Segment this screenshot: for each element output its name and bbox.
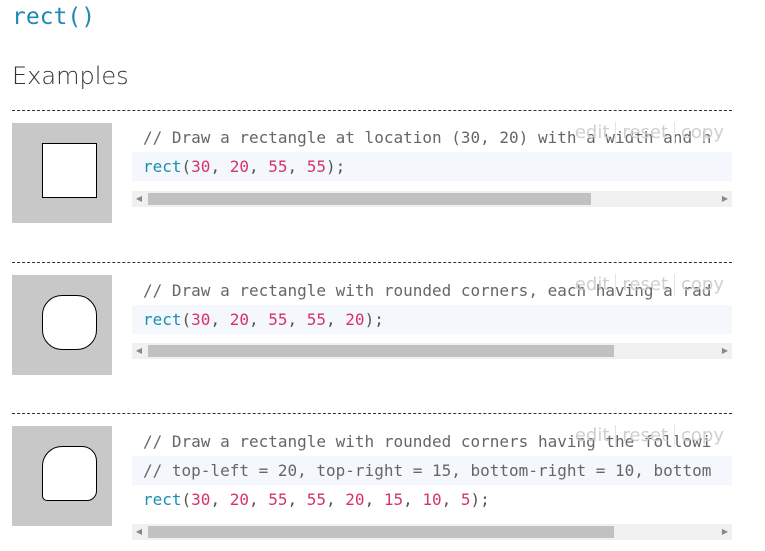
code-punctuation: ); bbox=[470, 490, 490, 509]
horizontal-scrollbar[interactable]: ◀ ▶ bbox=[132, 343, 732, 359]
code-number: 30 bbox=[191, 157, 211, 176]
scroll-right-arrow-icon[interactable]: ▶ bbox=[718, 343, 732, 359]
code-number: 20 bbox=[229, 310, 249, 329]
code-punctuation: , bbox=[248, 157, 269, 176]
code-line: rect(30, 20, 55, 55); bbox=[132, 152, 732, 181]
code-number: 55 bbox=[306, 490, 327, 509]
rounded-rect-shape bbox=[42, 446, 97, 501]
code-number: 30 bbox=[191, 490, 211, 509]
code-number: 10 bbox=[422, 490, 442, 509]
edit-button[interactable]: edit bbox=[569, 425, 617, 447]
scrollbar-thumb[interactable] bbox=[148, 345, 614, 357]
code-punctuation: ( bbox=[181, 157, 192, 176]
code-punctuation: ); bbox=[364, 310, 384, 329]
code-punctuation: , bbox=[403, 490, 423, 509]
example-canvas bbox=[12, 426, 112, 526]
code-punctuation: , bbox=[326, 310, 346, 329]
code-number: 5 bbox=[460, 490, 471, 509]
code-punctuation: ); bbox=[326, 157, 346, 176]
scroll-left-arrow-icon[interactable]: ◀ bbox=[132, 524, 146, 540]
code-function-name: rect bbox=[143, 310, 182, 329]
code-punctuation: , bbox=[287, 157, 307, 176]
edit-button[interactable]: edit bbox=[569, 274, 617, 296]
code-actions: edit reset copy bbox=[569, 274, 730, 296]
scroll-right-arrow-icon[interactable]: ▶ bbox=[718, 191, 732, 207]
rounded-rect-shape bbox=[42, 295, 97, 350]
code-function-name: rect bbox=[143, 490, 182, 509]
code-punctuation: ( bbox=[181, 490, 192, 509]
copy-button[interactable]: copy bbox=[675, 274, 730, 296]
copy-button[interactable]: copy bbox=[675, 425, 730, 447]
edit-button[interactable]: edit bbox=[569, 122, 617, 144]
code-punctuation: , bbox=[248, 490, 269, 509]
code-punctuation: , bbox=[287, 490, 307, 509]
scroll-left-arrow-icon[interactable]: ◀ bbox=[132, 191, 146, 207]
examples-heading: Examples bbox=[12, 62, 129, 90]
code-punctuation: , bbox=[364, 490, 384, 509]
rounded-rect-shape bbox=[42, 143, 97, 198]
code-actions: edit reset copy bbox=[569, 122, 730, 144]
example-block: // Draw a rectangle at location (30, 20)… bbox=[12, 110, 732, 223]
example-canvas bbox=[12, 275, 112, 375]
code-punctuation: , bbox=[210, 490, 230, 509]
reset-button[interactable]: reset bbox=[616, 274, 675, 296]
code-number: 55 bbox=[306, 157, 327, 176]
code-number: 15 bbox=[383, 490, 404, 509]
code-line: rect(30, 20, 55, 55, 20, 15, 10, 5); bbox=[132, 485, 732, 514]
code-number: 20 bbox=[229, 157, 249, 176]
reset-button[interactable]: reset bbox=[616, 425, 675, 447]
example-canvas bbox=[12, 123, 112, 223]
code-actions: edit reset copy bbox=[569, 425, 730, 447]
code-number: 20 bbox=[229, 490, 249, 509]
example-block: // Draw a rectangle with rounded corners… bbox=[12, 262, 732, 375]
code-punctuation: , bbox=[210, 157, 230, 176]
code-number: 55 bbox=[268, 310, 288, 329]
scroll-left-arrow-icon[interactable]: ◀ bbox=[132, 343, 146, 359]
code-comment: // top-left = 20, top-right = 15, bottom… bbox=[143, 461, 712, 480]
scrollbar-thumb[interactable] bbox=[148, 193, 591, 205]
code-number: 20 bbox=[345, 490, 365, 509]
code-punctuation: , bbox=[326, 490, 346, 509]
code-number: 55 bbox=[306, 310, 327, 329]
scrollbar-thumb[interactable] bbox=[148, 526, 614, 538]
code-punctuation: , bbox=[441, 490, 461, 509]
code-number: 30 bbox=[191, 310, 211, 329]
code-line: // top-left = 20, top-right = 15, bottom… bbox=[132, 456, 732, 485]
reset-button[interactable]: reset bbox=[616, 122, 675, 144]
code-punctuation: , bbox=[248, 310, 269, 329]
horizontal-scrollbar[interactable]: ◀ ▶ bbox=[132, 191, 732, 207]
page-title: rect() bbox=[12, 4, 96, 30]
scroll-right-arrow-icon[interactable]: ▶ bbox=[718, 524, 732, 540]
horizontal-scrollbar[interactable]: ◀ ▶ bbox=[132, 524, 732, 540]
code-number: 55 bbox=[268, 157, 288, 176]
code-number: 20 bbox=[345, 310, 365, 329]
code-number: 55 bbox=[268, 490, 288, 509]
example-block: // Draw a rectangle with rounded corners… bbox=[12, 413, 732, 544]
code-function-name: rect bbox=[143, 157, 182, 176]
code-punctuation: ( bbox=[181, 310, 192, 329]
code-line: rect(30, 20, 55, 55, 20); bbox=[132, 305, 732, 334]
code-punctuation: , bbox=[287, 310, 307, 329]
code-punctuation: , bbox=[210, 310, 230, 329]
copy-button[interactable]: copy bbox=[675, 122, 730, 144]
